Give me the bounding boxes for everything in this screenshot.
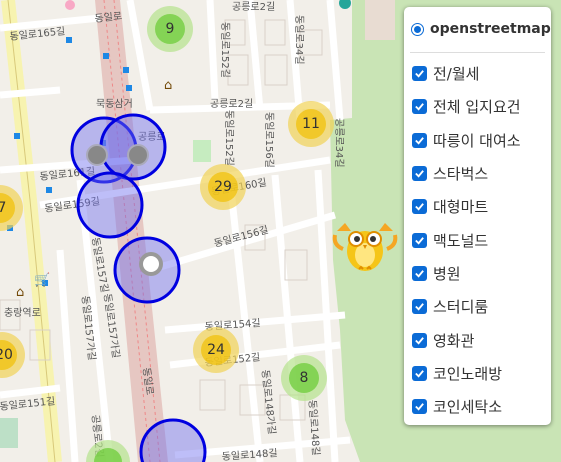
layer-separator bbox=[410, 52, 545, 53]
overlay-label: 맥도널드 bbox=[433, 231, 489, 250]
cluster-9[interactable]: 9 bbox=[147, 6, 193, 52]
overlay-checkbox[interactable] bbox=[412, 265, 427, 281]
overlay-option-hospital[interactable]: 병원 bbox=[412, 257, 521, 290]
base-layer-label: openstreetmap bbox=[430, 21, 551, 37]
overlay-checkbox[interactable] bbox=[412, 132, 427, 148]
overlay-checkbox[interactable] bbox=[412, 66, 427, 82]
overlay-checkbox[interactable] bbox=[412, 166, 427, 182]
road-label: 공릉로2길 bbox=[210, 97, 253, 110]
overlay-option-mcdonalds[interactable]: 맥도널드 bbox=[412, 223, 521, 256]
overlay-checkbox[interactable] bbox=[412, 332, 427, 348]
cluster-count: 7 bbox=[0, 200, 6, 216]
marker-pink bbox=[65, 0, 75, 10]
overlay-checkbox[interactable] bbox=[412, 299, 427, 315]
temple-icon: ⌂ bbox=[164, 78, 172, 93]
overlay-list: 전/월세 전체 입지요건 따릉이 대여소 스타벅스 대형마트 맥도널드 병원 스… bbox=[412, 57, 521, 423]
overlay-checkbox[interactable] bbox=[412, 99, 427, 115]
overlay-label: 따릉이 대여소 bbox=[433, 131, 521, 150]
overlay-label: 코인세탁소 bbox=[433, 398, 503, 417]
cluster-count: 20 bbox=[0, 347, 13, 363]
base-layer-option[interactable]: openstreetmap bbox=[411, 18, 551, 40]
overlay-option-rent[interactable]: 전/월세 bbox=[412, 57, 521, 90]
overlay-label: 대형마트 bbox=[433, 198, 489, 217]
overlay-checkbox[interactable] bbox=[412, 399, 427, 415]
overlay-label: 전체 입지요건 bbox=[433, 98, 521, 117]
cluster-11[interactable]: 11 bbox=[288, 101, 334, 147]
road-label: 충랑역로 bbox=[4, 307, 41, 319]
overlay-option-mart[interactable]: 대형마트 bbox=[412, 190, 521, 223]
overlay-option-karaoke[interactable]: 코인노래방 bbox=[412, 357, 521, 390]
road-label: 묵동삼거 bbox=[96, 98, 133, 110]
cluster-29[interactable]: 29 bbox=[200, 164, 246, 210]
road-label: 공릉로34길 bbox=[333, 118, 346, 168]
road-label: 공릉로2길 bbox=[232, 0, 275, 13]
cluster-count: 29 bbox=[214, 179, 232, 195]
overlay-label: 병원 bbox=[433, 264, 461, 283]
cluster-count: 11 bbox=[302, 116, 320, 132]
cluster-24[interactable]: 24 bbox=[193, 327, 239, 373]
cluster-count: 9 bbox=[166, 21, 175, 37]
cluster-count: 8 bbox=[300, 370, 309, 386]
cluster-count: 24 bbox=[207, 342, 225, 358]
overlay-label: 전/월세 bbox=[433, 65, 480, 84]
overlay-checkbox[interactable] bbox=[412, 365, 427, 381]
overlay-label: 스터디룸 bbox=[433, 298, 489, 317]
shop-icon: 🛒 bbox=[34, 272, 50, 288]
overlay-checkbox[interactable] bbox=[412, 199, 427, 215]
road-label: 동일로152길 bbox=[223, 110, 236, 166]
overlay-label: 코인노래방 bbox=[433, 364, 503, 383]
overlay-option-bike[interactable]: 따릉이 대여소 bbox=[412, 124, 521, 157]
overlay-option-laundry[interactable]: 코인세탁소 bbox=[412, 390, 521, 423]
overlay-option-studyroom[interactable]: 스터디룸 bbox=[412, 290, 521, 323]
overlay-option-cinema[interactable]: 영화관 bbox=[412, 323, 521, 356]
road-label: 동일로156길 bbox=[263, 112, 276, 168]
overlay-label: 스타벅스 bbox=[433, 165, 489, 184]
layer-control-panel: openstreetmap 전/월세 전체 입지요건 따릉이 대여소 스타벅스 … bbox=[404, 7, 551, 425]
temple-icon: ⌂ bbox=[16, 285, 24, 300]
overlay-label: 영화관 bbox=[433, 331, 475, 350]
overlay-option-starbucks[interactable]: 스타벅스 bbox=[412, 157, 521, 190]
cluster-8[interactable]: 8 bbox=[281, 355, 327, 401]
overlay-option-location[interactable]: 전체 입지요건 bbox=[412, 90, 521, 123]
base-layer-radio[interactable] bbox=[411, 22, 424, 36]
road-label: 동일로34길 bbox=[293, 15, 306, 65]
overlay-checkbox[interactable] bbox=[412, 232, 427, 248]
road-label: 동일로152길 bbox=[219, 22, 232, 78]
